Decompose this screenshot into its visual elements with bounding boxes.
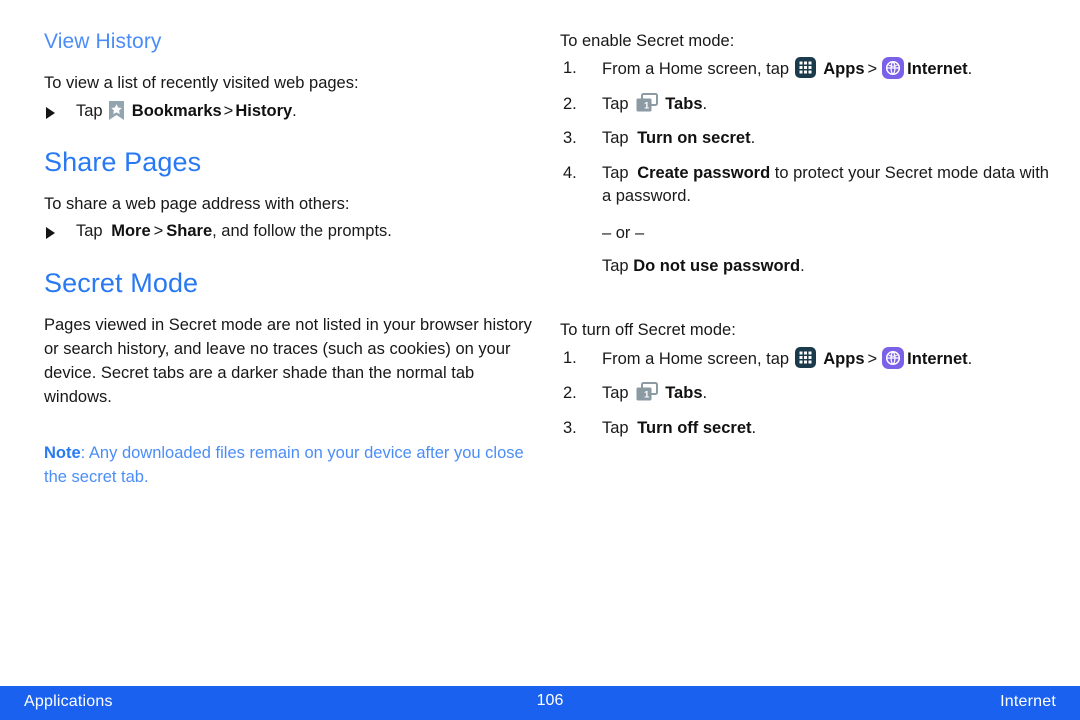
svg-text:1: 1 [644,100,650,111]
alt-text-after: . [800,256,805,275]
step-text-before: Tap [602,94,629,113]
internet-globe-icon [882,346,905,369]
list-item-step-2: 2. Tap 1 Tabs. [560,92,1052,116]
heading-view-history: View History [44,30,162,53]
alt-bold-do-not-use-password: Do not use password [633,256,801,275]
step-text-before: Tap [602,163,629,182]
heading-secret-mode: Secret Mode [44,267,199,298]
bullet-separator: > [153,221,164,240]
bullet-bold-bookmarks: Bookmarks [131,101,222,120]
bullet-suffix: , and follow the prompts. [212,221,392,240]
list-item-step-2: 2. Tap 1 Tabs. [560,382,1052,405]
internet-globe-icon [882,57,905,80]
triangle-bullet-icon [46,106,55,119]
list-item-step-3: 3. Tap Turn on secret. [560,127,1052,150]
step-number: 3. [563,418,577,437]
share-pages-intro: To share a web page address with others: [44,194,350,213]
step-bold-create-password: Create password [637,163,771,182]
view-history-intro: To view a list of recently visited web p… [44,74,359,93]
bullet-bold-more: More [111,221,151,240]
step-text-after: . [702,384,708,403]
step-bold-apps: Apps [823,60,865,79]
bullet-suffix: . [292,101,297,120]
step-number: 3. [563,129,577,148]
left-column: View History To view a list of recently … [44,30,536,489]
step-text-after: . [702,94,708,113]
list-item-step-4: 4. Tap Create password to protect your S… [560,162,1052,279]
step-text-before: Tap [602,418,629,437]
step-bold-apps: Apps [823,349,865,368]
step-bold-internet: Internet [907,60,968,79]
step-separator: > [867,349,878,368]
secret-mode-note: Note: Any downloaded files remain on you… [44,441,536,489]
turn-off-secret-intro: To turn off Secret mode: [560,321,736,340]
enable-secret-intro: To enable Secret mode: [560,32,735,50]
list-item-step-3: 3. Tap Turn off secret. [560,417,1052,440]
list-item: Tap More > Share, and follow the prompts. [44,220,536,244]
step-text-before: From a Home screen, tap [602,60,790,79]
manual-page: View History To view a list of recently … [0,0,1080,720]
share-pages-bullet-list: Tap More > Share, and follow the prompts. [44,220,536,244]
step-bold-tabs: Tabs [665,384,703,403]
step-text-after: . [751,418,757,437]
bullet-bold-history: History [235,101,293,120]
step-bold-turn-off-secret: Turn off secret [637,418,752,437]
apps-grid-icon [794,346,816,368]
step-number: 2. [563,94,577,113]
turn-off-secret-steps: 1. From a Home screen, tap Apps > Intern… [560,346,1052,440]
heading-share-pages: Share Pages [44,147,202,178]
list-item-step-1: 1. From a Home screen, tap Apps > Intern… [560,57,1052,81]
note-text: : Any downloaded files remain on your de… [44,444,524,487]
step-number: 1. [563,59,577,78]
step-bold-tabs: Tabs [665,94,703,113]
tabs-icon: 1 [635,382,661,402]
bookmark-icon [108,100,125,121]
step-separator: > [867,60,878,79]
step-number: 2. [563,384,577,403]
triangle-bullet-icon [46,226,55,239]
tabs-icon: 1 [635,92,661,113]
step-bold-internet: Internet [907,349,968,368]
right-column: To enable Secret mode: 1. From a Home sc… [560,30,1052,489]
note-label: Note [44,444,81,463]
alternative-separator: – or – [602,223,645,242]
step-number: 4. [563,163,577,182]
step-text-after: . [750,129,756,148]
bullet-separator: > [223,101,234,120]
alt-text-before: Tap [602,256,629,275]
step-text-after: . [967,349,973,368]
step-text-before: Tap [602,129,629,148]
alternative-action: Tap Do not use password. [602,255,1052,278]
secret-mode-paragraph: Pages viewed in Secret mode are not list… [44,315,532,407]
bullet-prefix: Tap [76,221,103,240]
bullet-prefix: Tap [76,101,103,120]
two-column-layout: View History To view a list of recently … [0,0,1080,489]
step-text-before: Tap [602,384,629,403]
svg-text:1: 1 [644,390,650,401]
page-number: 106 [536,692,564,709]
step-text-after: . [967,60,973,79]
bullet-bold-share: Share [166,221,213,240]
page-footer: Applications 106 Internet [0,686,1080,720]
footer-chapter-label: Internet [1000,693,1056,710]
step-bold-turn-on-secret: Turn on secret [637,129,751,148]
footer-page-number-wrap: 106 [0,692,1080,710]
step-number: 1. [563,348,577,367]
enable-secret-steps: 1. From a Home screen, tap Apps > Intern… [560,57,1052,278]
list-item: Tap Bookmarks > History. [44,100,536,124]
list-item-step-1: 1. From a Home screen, tap Apps > Intern… [560,346,1052,371]
view-history-bullet-list: Tap Bookmarks > History. [44,100,536,124]
apps-grid-icon [794,57,816,79]
step-text-before: From a Home screen, tap [602,349,790,368]
